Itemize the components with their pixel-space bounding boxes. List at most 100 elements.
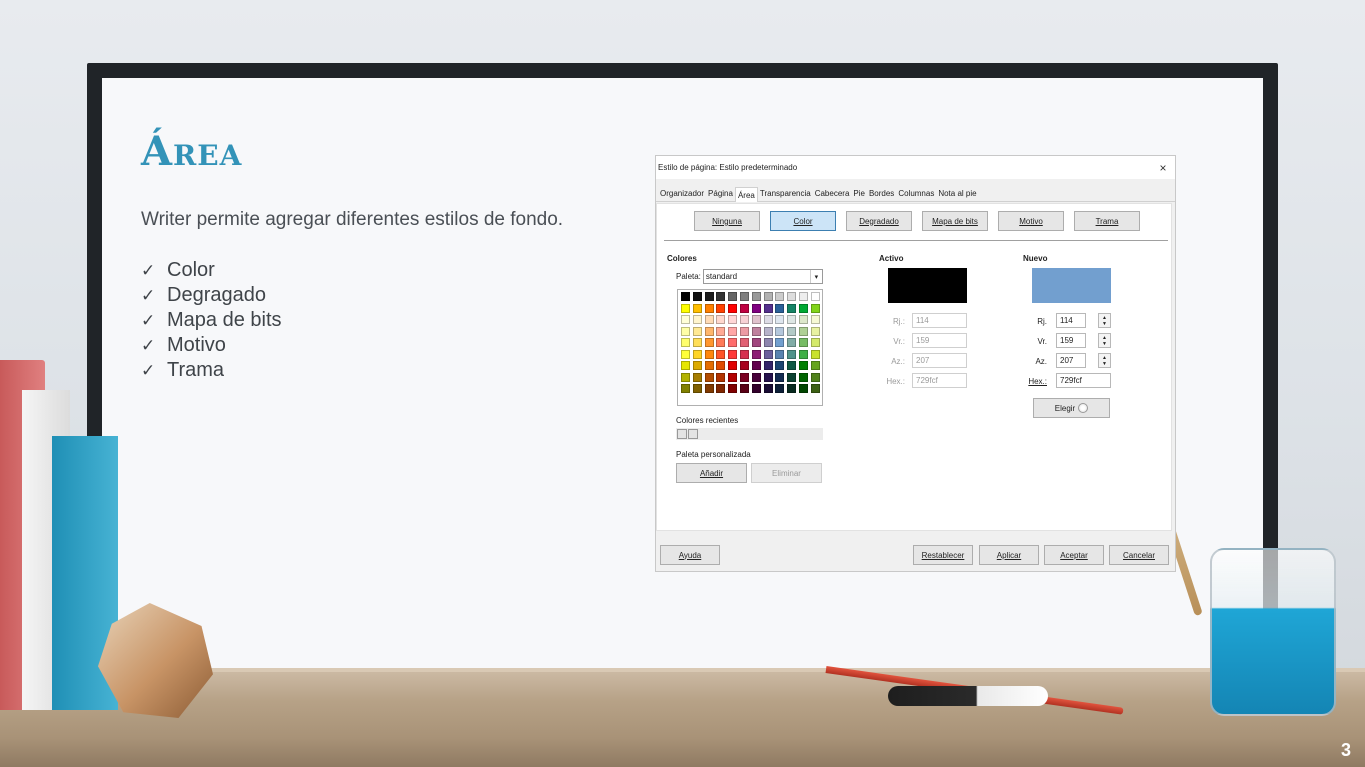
color-swatch[interactable] bbox=[692, 372, 702, 382]
apply-button[interactable]: Aplicar bbox=[979, 545, 1039, 565]
color-swatch[interactable] bbox=[810, 315, 820, 324]
color-swatch[interactable] bbox=[692, 292, 702, 301]
color-swatch[interactable] bbox=[751, 338, 761, 347]
color-swatch[interactable] bbox=[728, 315, 738, 324]
fill-none-button[interactable]: Ninguna bbox=[694, 211, 760, 231]
color-swatch[interactable] bbox=[728, 361, 738, 370]
color-swatch[interactable] bbox=[716, 338, 726, 347]
color-swatch[interactable] bbox=[716, 372, 726, 382]
color-swatch[interactable] bbox=[728, 292, 738, 301]
fill-pattern-button[interactable]: Motivo bbox=[998, 211, 1064, 231]
color-swatch[interactable] bbox=[787, 292, 797, 301]
tab-organizador[interactable]: Organizador bbox=[658, 186, 706, 201]
color-swatch[interactable] bbox=[751, 303, 761, 313]
color-swatch[interactable] bbox=[798, 303, 808, 313]
color-swatch[interactable] bbox=[692, 361, 702, 370]
color-swatch[interactable] bbox=[681, 361, 690, 370]
color-swatch[interactable] bbox=[751, 315, 761, 324]
color-swatch[interactable] bbox=[739, 315, 749, 324]
color-swatch[interactable] bbox=[775, 338, 785, 347]
fill-gradient-button[interactable]: Degradado bbox=[846, 211, 912, 231]
color-swatch[interactable] bbox=[775, 384, 785, 393]
blue-spinner[interactable]: ▲ ▼ bbox=[1098, 353, 1111, 368]
pick-color-button[interactable]: Elegir bbox=[1033, 398, 1110, 418]
color-swatch[interactable] bbox=[704, 361, 714, 370]
color-swatch[interactable] bbox=[681, 372, 690, 382]
tab-cabecera[interactable]: Cabecera bbox=[813, 186, 852, 201]
new-red-field[interactable]: 114 bbox=[1056, 313, 1086, 328]
color-swatch[interactable] bbox=[704, 326, 714, 336]
reset-button[interactable]: Restablecer bbox=[913, 545, 973, 565]
color-swatch[interactable] bbox=[704, 315, 714, 324]
color-swatch[interactable] bbox=[751, 361, 761, 370]
color-swatch[interactable] bbox=[704, 384, 714, 393]
color-swatch[interactable] bbox=[728, 349, 738, 359]
color-swatch[interactable] bbox=[775, 326, 785, 336]
color-swatch[interactable] bbox=[810, 384, 820, 393]
color-swatch[interactable] bbox=[728, 338, 738, 347]
color-swatch[interactable] bbox=[704, 338, 714, 347]
color-swatch[interactable] bbox=[798, 384, 808, 393]
color-swatch[interactable] bbox=[787, 338, 797, 347]
color-swatch[interactable] bbox=[763, 326, 773, 336]
color-swatch[interactable] bbox=[692, 338, 702, 347]
color-swatch[interactable] bbox=[775, 372, 785, 382]
color-swatch[interactable] bbox=[763, 303, 773, 313]
color-swatch[interactable] bbox=[798, 292, 808, 301]
color-swatch[interactable] bbox=[739, 292, 749, 301]
color-swatch[interactable] bbox=[798, 372, 808, 382]
color-swatch[interactable] bbox=[728, 384, 738, 393]
color-swatch[interactable] bbox=[751, 372, 761, 382]
color-swatch[interactable] bbox=[751, 384, 761, 393]
color-swatch[interactable] bbox=[681, 315, 690, 324]
tab-area[interactable]: Área bbox=[734, 187, 758, 202]
color-swatch[interactable] bbox=[692, 349, 702, 359]
ok-button[interactable]: Aceptar bbox=[1044, 545, 1104, 565]
color-swatch[interactable] bbox=[692, 315, 702, 324]
color-swatch[interactable] bbox=[692, 303, 702, 313]
color-swatch[interactable] bbox=[716, 349, 726, 359]
color-swatch[interactable] bbox=[798, 315, 808, 324]
color-swatch[interactable] bbox=[810, 292, 820, 301]
color-swatch[interactable] bbox=[787, 361, 797, 370]
color-swatch[interactable] bbox=[787, 315, 797, 324]
color-swatch[interactable] bbox=[716, 326, 726, 336]
color-swatch[interactable] bbox=[751, 349, 761, 359]
color-swatch[interactable] bbox=[763, 292, 773, 301]
color-swatch[interactable] bbox=[810, 303, 820, 313]
color-swatch[interactable] bbox=[739, 338, 749, 347]
color-swatch[interactable] bbox=[728, 326, 738, 336]
new-blue-field[interactable]: 207 bbox=[1056, 353, 1086, 368]
color-swatch[interactable] bbox=[775, 361, 785, 370]
color-swatch[interactable] bbox=[763, 315, 773, 324]
color-swatch[interactable] bbox=[787, 384, 797, 393]
color-swatch[interactable] bbox=[681, 349, 690, 359]
color-swatch[interactable] bbox=[692, 326, 702, 336]
delete-button[interactable]: Eliminar bbox=[751, 463, 822, 483]
color-swatch[interactable] bbox=[775, 315, 785, 324]
color-swatch[interactable] bbox=[798, 349, 808, 359]
color-swatch[interactable] bbox=[739, 384, 749, 393]
close-icon[interactable]: × bbox=[1155, 161, 1171, 175]
new-green-field[interactable]: 159 bbox=[1056, 333, 1086, 348]
fill-color-button[interactable]: Color bbox=[770, 211, 836, 231]
tab-transparencia[interactable]: Transparencia bbox=[758, 186, 813, 201]
tab-nota-al-pie[interactable]: Nota al pie bbox=[936, 186, 978, 201]
color-swatch[interactable] bbox=[716, 315, 726, 324]
color-swatch[interactable] bbox=[798, 326, 808, 336]
color-swatch[interactable] bbox=[810, 349, 820, 359]
color-swatch[interactable] bbox=[810, 338, 820, 347]
tab-pie[interactable]: Pie bbox=[851, 186, 867, 201]
color-swatch[interactable] bbox=[798, 361, 808, 370]
color-swatch[interactable] bbox=[704, 349, 714, 359]
add-button[interactable]: Añadir bbox=[676, 463, 747, 483]
color-swatch[interactable] bbox=[787, 349, 797, 359]
color-swatch[interactable] bbox=[787, 372, 797, 382]
color-swatch[interactable] bbox=[704, 292, 714, 301]
color-swatch[interactable] bbox=[739, 326, 749, 336]
color-swatch[interactable] bbox=[681, 326, 690, 336]
tab-pagina[interactable]: Página bbox=[706, 186, 735, 201]
palette-select[interactable]: standard ▾ bbox=[702, 269, 823, 284]
cancel-button[interactable]: Cancelar bbox=[1109, 545, 1169, 565]
color-swatch[interactable] bbox=[728, 303, 738, 313]
